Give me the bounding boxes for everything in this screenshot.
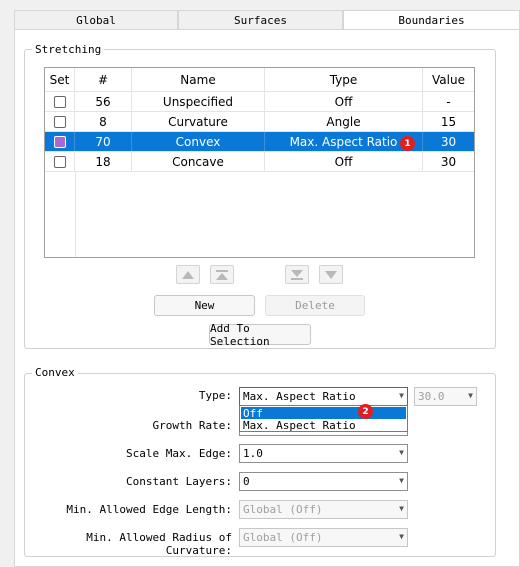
table-header: Set # Name Type Value bbox=[45, 68, 474, 92]
marker-badge-1: 1 bbox=[400, 136, 415, 151]
type-value-text: 30.0 bbox=[418, 390, 445, 403]
delete-button[interactable]: Delete bbox=[265, 295, 365, 316]
scale-max-edge-label: Scale Max. Edge: bbox=[126, 447, 232, 460]
column-divider bbox=[75, 172, 76, 257]
growth-rate-label: Growth Rate: bbox=[152, 419, 232, 432]
min-edge-length-combobox[interactable]: Global (Off) ▼ bbox=[239, 500, 408, 519]
row-name: Unspecified bbox=[132, 92, 265, 111]
min-edge-length-label: Min. Allowed Edge Length: bbox=[66, 503, 232, 516]
add-to-selection-button[interactable]: Add To Selection bbox=[209, 322, 311, 348]
row-checkbox[interactable] bbox=[53, 95, 66, 108]
constant-layers-value: 0 bbox=[243, 475, 250, 488]
scale-max-edge-value: 1.0 bbox=[243, 447, 263, 460]
min-radius-combobox[interactable]: Global (Off) ▼ bbox=[239, 528, 408, 547]
table-row[interactable]: 56 Unspecified Off - bbox=[45, 92, 474, 112]
row-value: 30 bbox=[440, 154, 457, 169]
move-up-icon[interactable] bbox=[176, 265, 200, 284]
row-type: Off bbox=[265, 152, 423, 171]
marker-badge-2: 2 bbox=[358, 404, 373, 419]
row-checkbox[interactable] bbox=[53, 135, 66, 148]
row-value: - bbox=[446, 94, 451, 109]
dropdown-option-off[interactable]: Off bbox=[241, 407, 406, 420]
chevron-down-icon: ▼ bbox=[399, 504, 404, 513]
constant-layers-label: Constant Layers: bbox=[126, 475, 232, 488]
row-name: Convex bbox=[132, 132, 265, 151]
row-checkbox[interactable] bbox=[53, 115, 66, 128]
new-button[interactable]: New bbox=[154, 295, 255, 316]
chevron-down-icon: ▼ bbox=[399, 391, 404, 400]
chevron-down-icon: ▼ bbox=[399, 476, 404, 485]
table-row[interactable]: 8 Curvature Angle 15 bbox=[45, 112, 474, 132]
table-row[interactable]: 18 Concave Off 30 bbox=[45, 152, 474, 172]
row-name: Concave bbox=[132, 152, 265, 171]
row-id: 18 bbox=[75, 152, 132, 171]
type-combobox[interactable]: Max. Aspect Ratio ▼ bbox=[239, 387, 408, 406]
dropdown-option-max-aspect-ratio[interactable]: Max. Aspect Ratio bbox=[241, 419, 406, 432]
min-radius-value: Global (Off) bbox=[243, 531, 323, 544]
type-value-spinbox[interactable]: 30.0 ▼ bbox=[414, 387, 477, 406]
row-value: 30 bbox=[440, 134, 457, 149]
column-header-type[interactable]: Type bbox=[265, 68, 423, 91]
row-checkbox[interactable] bbox=[53, 155, 66, 168]
row-id: 8 bbox=[75, 112, 132, 131]
chevron-down-icon: ▼ bbox=[399, 448, 404, 457]
tab-surfaces[interactable]: Surfaces bbox=[178, 10, 343, 30]
row-type: Off bbox=[265, 92, 423, 111]
type-dropdown-list: Off Max. Aspect Ratio bbox=[239, 405, 408, 432]
column-header-value[interactable]: Value bbox=[423, 68, 474, 91]
tab-boundaries[interactable]: Boundaries bbox=[343, 10, 520, 30]
tab-bar: Global Surfaces Boundaries bbox=[14, 10, 520, 30]
tab-global[interactable]: Global bbox=[14, 10, 178, 30]
min-radius-label: Min. Allowed Radius of Curvature: bbox=[86, 531, 232, 557]
row-value: 15 bbox=[440, 114, 457, 129]
chevron-down-icon: ▼ bbox=[468, 391, 473, 400]
stretching-table[interactable]: Set # Name Type Value 56 Unspecified Off… bbox=[44, 67, 475, 258]
column-header-name[interactable]: Name bbox=[132, 68, 265, 91]
column-header-set[interactable]: Set bbox=[45, 68, 75, 91]
move-bottom-icon[interactable] bbox=[285, 265, 309, 284]
type-combobox-value: Max. Aspect Ratio bbox=[243, 390, 356, 403]
row-id: 70 bbox=[75, 132, 132, 151]
column-header-id[interactable]: # bbox=[75, 68, 132, 91]
move-down-icon[interactable] bbox=[319, 265, 343, 284]
constant-layers-combobox[interactable]: 0 ▼ bbox=[239, 472, 408, 491]
move-top-icon[interactable] bbox=[210, 265, 234, 284]
row-name: Curvature bbox=[132, 112, 265, 131]
row-id: 56 bbox=[75, 92, 132, 111]
type-label: Type: bbox=[198, 389, 232, 402]
convex-group-title: Convex bbox=[32, 366, 78, 379]
row-type: Angle bbox=[265, 112, 423, 131]
min-edge-length-value: Global (Off) bbox=[243, 503, 323, 516]
stretching-group-title: Stretching bbox=[32, 43, 105, 56]
scale-max-edge-combobox[interactable]: 1.0 ▼ bbox=[239, 444, 408, 463]
chevron-down-icon: ▼ bbox=[399, 532, 404, 541]
